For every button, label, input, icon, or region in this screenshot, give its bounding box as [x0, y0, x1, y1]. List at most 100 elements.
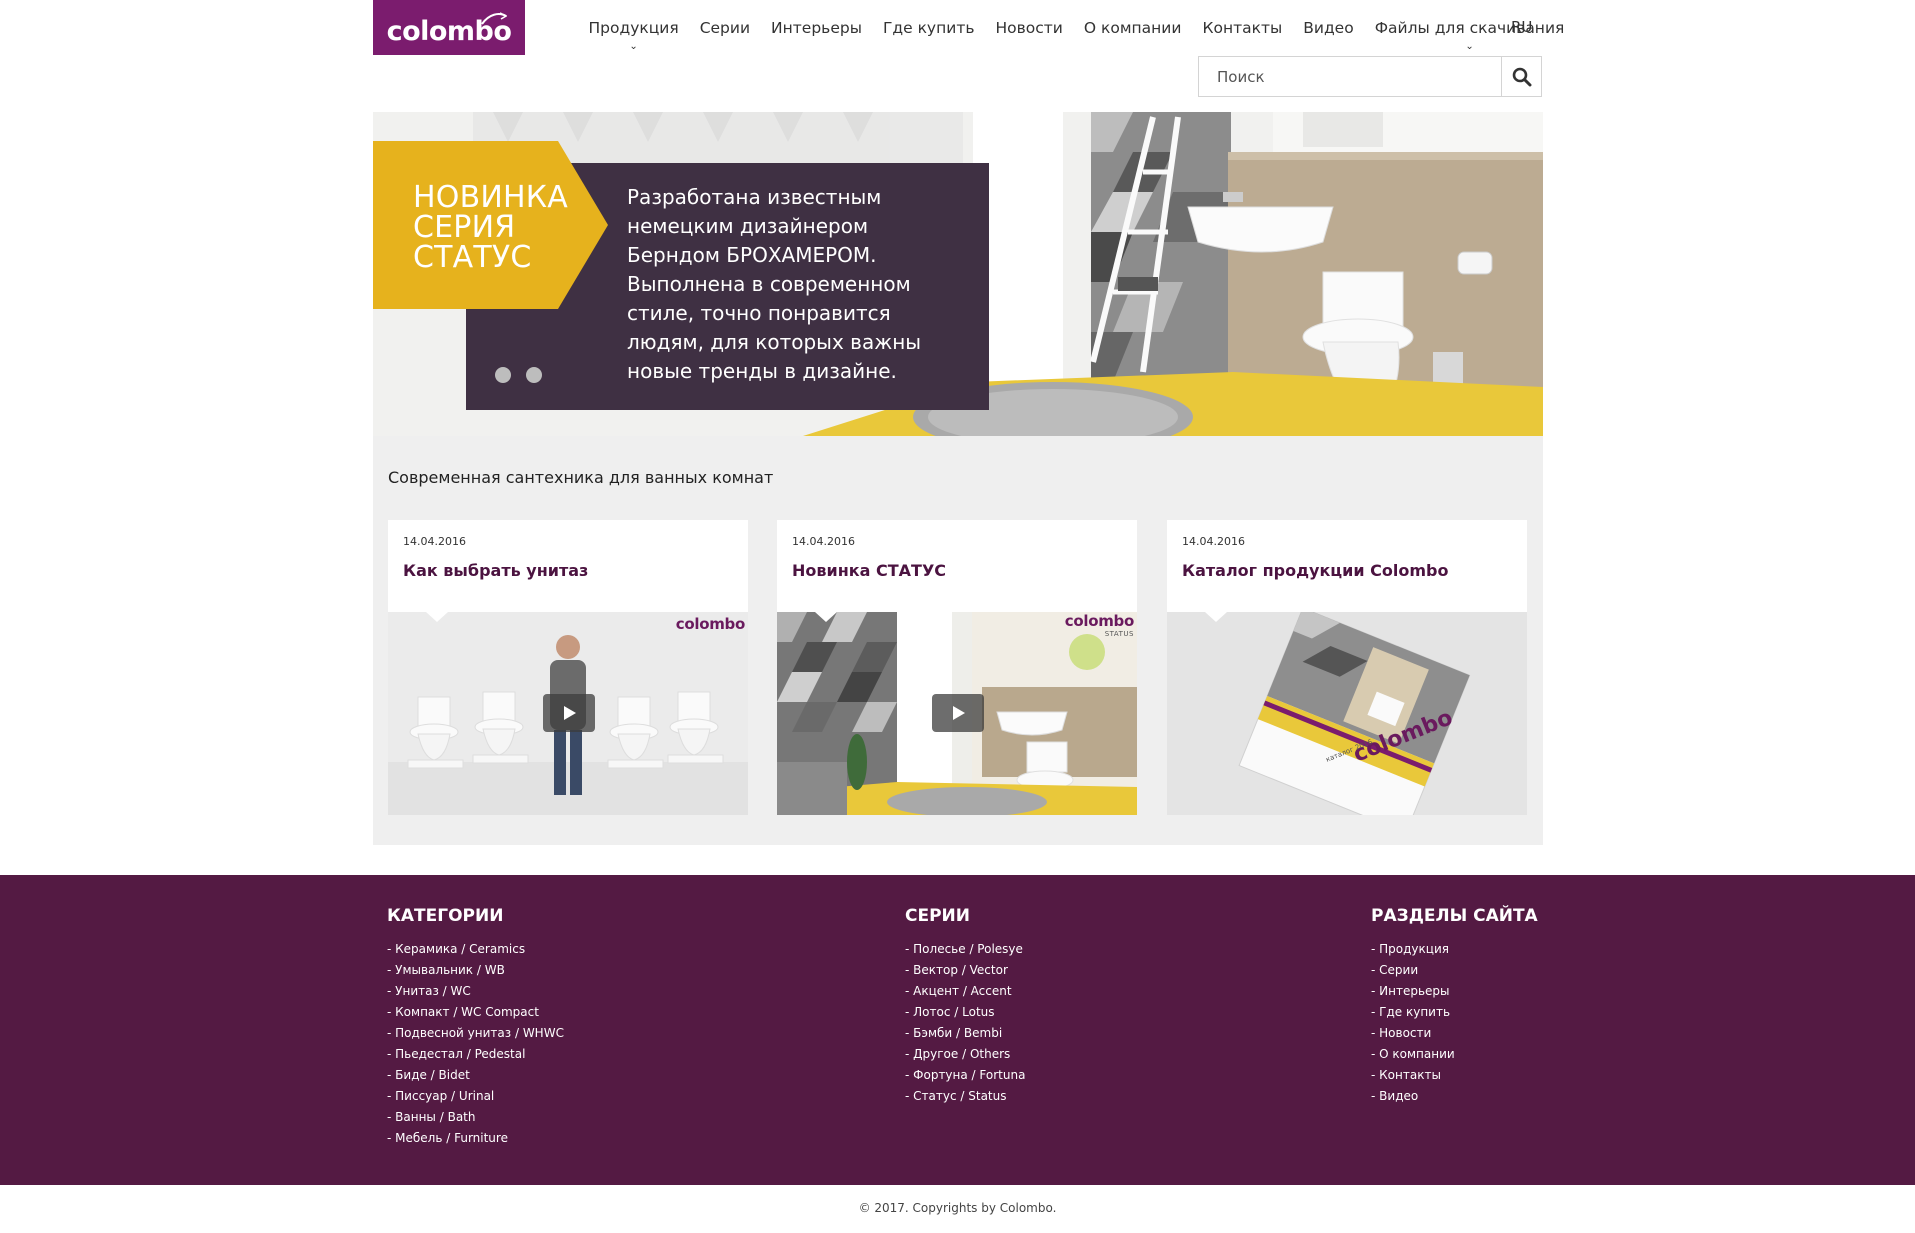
nav-item-label: Файлы для скачивания — [1374, 19, 1565, 37]
news-date: 14.04.2016 — [792, 535, 855, 548]
slider-dot-1[interactable] — [495, 367, 511, 383]
nav-item-contacts[interactable]: Контакты — [1192, 18, 1293, 38]
play-button[interactable] — [932, 694, 984, 732]
footer-link-label: Бэмби / Bembi — [913, 1026, 1003, 1040]
play-icon — [953, 706, 965, 720]
news-title[interactable]: Как выбрать унитаз — [403, 561, 588, 580]
hero-description: Разработана известным немецким дизайнеро… — [627, 183, 957, 386]
footer-link[interactable]: - Бэмби / Bembi — [905, 1023, 1025, 1044]
footer-link[interactable]: - Умывальник / WB — [387, 960, 564, 981]
footer-link[interactable]: - Статус / Status — [905, 1086, 1025, 1107]
search-icon — [1512, 67, 1531, 86]
hero-tag-text: НОВИНКА СЕРИЯ СТАТУС — [413, 183, 568, 273]
nav-item-video[interactable]: Видео — [1293, 18, 1364, 38]
footer-link-label: Интерьеры — [1379, 984, 1450, 998]
news-title[interactable]: Новинка СТАТУС — [792, 561, 946, 580]
footer-link[interactable]: - Подвесной унитаз / WHWC — [387, 1023, 564, 1044]
footer-link[interactable]: - Продукция — [1371, 939, 1538, 960]
footer-link[interactable]: - Ванны / Bath — [387, 1107, 564, 1128]
footer-link-label: Полесье / Polesye — [913, 942, 1023, 956]
nav-item-label: Продукция — [588, 19, 679, 37]
footer-site-sections: РАЗДЕЛЫ САЙТА - Продукция - Серии - Инте… — [1371, 875, 1538, 1107]
news-image[interactable]: colombo STATUS — [777, 612, 1137, 815]
site-footer: КАТЕГОРИИ - Керамика / Ceramics - Умывал… — [0, 875, 1915, 1185]
slider-dot-2[interactable] — [526, 367, 542, 383]
footer-link[interactable]: - Унитаз / WC — [387, 981, 564, 1002]
footer-series: СЕРИИ - Полесье / Polesye - Вектор / Vec… — [905, 875, 1025, 1107]
search-button[interactable] — [1501, 57, 1541, 96]
footer-link[interactable]: - Видео — [1371, 1086, 1538, 1107]
footer-link[interactable]: - Интерьеры — [1371, 981, 1538, 1002]
image-logo: colombo STATUS — [1064, 612, 1135, 641]
hero-tag-line: СЕРИЯ — [413, 210, 516, 245]
footer-link-label: Серии — [1379, 963, 1419, 977]
news-date: 14.04.2016 — [1182, 535, 1245, 548]
footer-heading: РАЗДЕЛЫ САЙТА — [1371, 906, 1538, 926]
footer-categories: КАТЕГОРИИ - Керамика / Ceramics - Умывал… — [387, 875, 564, 1149]
play-button[interactable] — [543, 694, 595, 732]
play-icon — [564, 706, 576, 720]
main-nav: Продукция ⌄ Серии Интерьеры Где купить Н… — [578, 18, 1575, 52]
footer-link[interactable]: - Контакты — [1371, 1065, 1538, 1086]
news-image[interactable]: colombo каталог 2016 — [1167, 612, 1527, 815]
footer-link[interactable]: - Где купить — [1371, 1002, 1538, 1023]
footer-link[interactable]: - Биде / Bidet — [387, 1065, 564, 1086]
hero-new-tag: НОВИНКА СЕРИЯ СТАТУС — [373, 141, 608, 309]
footer-link[interactable]: - Пьедестал / Pedestal — [387, 1044, 564, 1065]
footer-link[interactable]: - Полесье / Polesye — [905, 939, 1025, 960]
footer-link[interactable]: - Керамика / Ceramics — [387, 939, 564, 960]
section-title: Современная сантехника для ванных комнат — [388, 468, 774, 487]
logo-swoosh-icon — [481, 12, 507, 25]
news-title[interactable]: Каталог продукции Colombo — [1182, 561, 1448, 580]
hero-tag-line: СТАТУС — [413, 240, 532, 275]
chevron-down-icon: ⌄ — [629, 41, 638, 52]
footer-link[interactable]: - Писсуар / Urinal — [387, 1086, 564, 1107]
news-card[interactable]: 14.04.2016 Как выбрать унитаз colombo — [388, 520, 748, 815]
nav-item-downloads[interactable]: Файлы для скачивания ⌄ — [1364, 18, 1575, 52]
hero-slider[interactable]: НОВИНКА СЕРИЯ СТАТУС Разработана известн… — [373, 112, 1543, 436]
nav-item-news[interactable]: Новости — [985, 18, 1073, 38]
footer-link-label: Ванны / Bath — [395, 1110, 476, 1124]
footer-link[interactable]: - Акцент / Accent — [905, 981, 1025, 1002]
catalog-brochure-image: colombo каталог 2016 — [1167, 612, 1527, 815]
nav-item-series[interactable]: Серии — [689, 18, 760, 38]
footer-link[interactable]: - Компакт / WC Compact — [387, 1002, 564, 1023]
nav-item-interiors[interactable]: Интерьеры — [761, 18, 873, 38]
news-card[interactable]: 14.04.2016 Каталог продукции Colombo col… — [1167, 520, 1527, 815]
image-logo: colombo — [675, 615, 746, 633]
language-switch[interactable]: RU — [1511, 18, 1532, 36]
footer-link[interactable]: - О компании — [1371, 1044, 1538, 1065]
search-box — [1198, 56, 1542, 97]
footer-link[interactable]: - Серии — [1371, 960, 1538, 981]
footer-link[interactable]: - Мебель / Furniture — [387, 1128, 564, 1149]
nav-item-where-to-buy[interactable]: Где купить — [872, 18, 985, 38]
footer-link-label: О компании — [1379, 1047, 1455, 1061]
news-card[interactable]: 14.04.2016 Новинка СТАТУС colombo STATUS — [777, 520, 1137, 815]
footer-link-label: Биде / Bidet — [395, 1068, 470, 1082]
footer-link-label: Продукция — [1379, 942, 1449, 956]
footer-link-label: Пьедестал / Pedestal — [395, 1047, 526, 1061]
hero-description-line: новые тренды в дизайне. — [627, 359, 897, 383]
nav-item-label: Видео — [1303, 19, 1354, 37]
footer-link[interactable]: - Новости — [1371, 1023, 1538, 1044]
footer-link[interactable]: - Лотос / Lotus — [905, 1002, 1025, 1023]
nav-item-about[interactable]: О компании — [1073, 18, 1192, 38]
footer-link-label: Умывальник / WB — [395, 963, 505, 977]
footer-link[interactable]: - Фортуна / Fortuna — [905, 1065, 1025, 1086]
hero-description-line: людям, для которых важны — [627, 330, 922, 354]
image-logo-text: colombo — [1064, 612, 1135, 630]
footer-link-label: Другое / Others — [913, 1047, 1011, 1061]
footer-heading: КАТЕГОРИИ — [387, 906, 504, 926]
footer-link-label: Вектор / Vector — [913, 963, 1008, 977]
footer-link-label: Новости — [1379, 1026, 1432, 1040]
footer-link-label: Акцент / Accent — [913, 984, 1012, 998]
nav-item-label: Интерьеры — [771, 19, 862, 37]
footer-link-label: Фортуна / Fortuna — [913, 1068, 1026, 1082]
footer-link-label: Видео — [1379, 1089, 1419, 1103]
footer-link[interactable]: - Другое / Others — [905, 1044, 1025, 1065]
site-logo[interactable]: colombo — [373, 0, 525, 55]
search-input[interactable] — [1199, 57, 1501, 96]
footer-link[interactable]: - Вектор / Vector — [905, 960, 1025, 981]
nav-item-products[interactable]: Продукция ⌄ — [578, 18, 689, 52]
news-image[interactable]: colombo — [388, 612, 748, 815]
